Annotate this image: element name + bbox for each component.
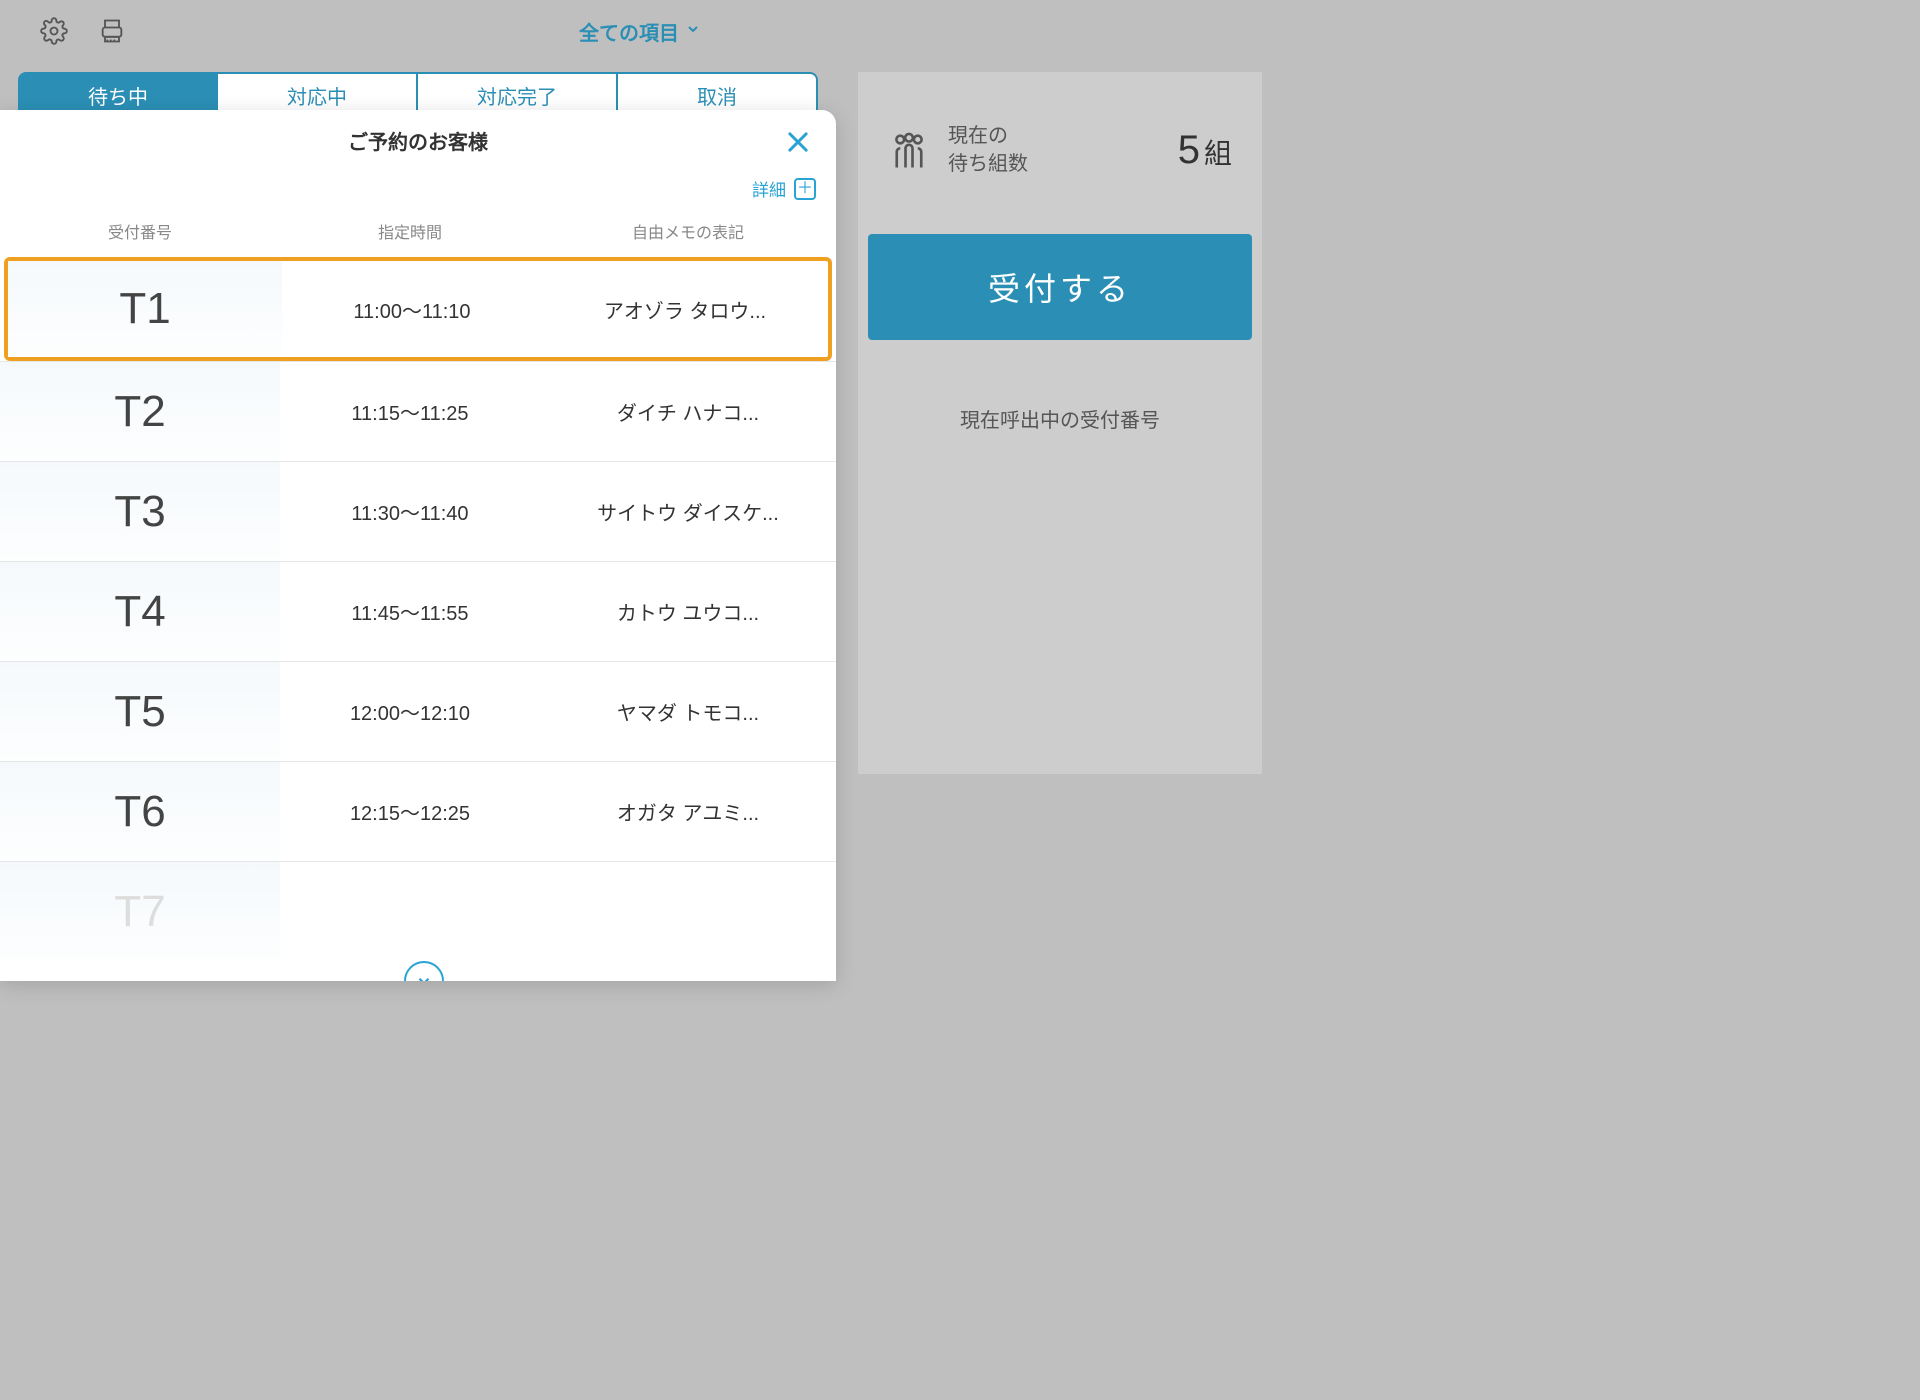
printer-icon[interactable] xyxy=(98,17,126,45)
row-time: 11:00～11:10 xyxy=(282,295,542,324)
row-id: T5 xyxy=(114,687,165,737)
modal-toolbar: 詳細 ＋ xyxy=(0,170,836,211)
reservation-list: T1 11:00～11:10アオゾラ タロウ... T2 11:15～11:25ダイチ… xyxy=(0,257,836,961)
waiting-count-unit: 組 xyxy=(1204,132,1232,172)
waiting-count-number: 5 xyxy=(1178,128,1200,173)
col-header-time: 指定時間 xyxy=(280,219,540,243)
chevron-down-icon xyxy=(685,20,701,43)
row-memo: カトウ ユウコ... xyxy=(540,597,836,626)
table-row[interactable]: T2 11:15～11:25ダイチ ハナコ... xyxy=(0,361,836,461)
waiting-label-line1: 現在の xyxy=(948,122,1028,150)
row-memo: アオゾラ タロウ... xyxy=(542,295,828,324)
app-header: 全ての項目 xyxy=(0,0,1280,62)
detail-link[interactable]: 詳細 xyxy=(752,176,786,201)
row-id-cell: T6 xyxy=(0,762,280,861)
row-id: T4 xyxy=(114,587,165,637)
filter-label: 全ての項目 xyxy=(579,17,679,46)
row-id-cell: T7 xyxy=(0,862,280,961)
row-memo: サイトウ ダイスケ... xyxy=(540,497,836,526)
table-row[interactable]: T7 xyxy=(0,861,836,961)
row-id: T2 xyxy=(114,387,165,437)
row-id-cell: T3 xyxy=(0,462,280,561)
calling-card: 現在呼出中の受付番号 xyxy=(858,374,1262,774)
row-memo: ヤマダ トモコ... xyxy=(540,697,836,726)
modal-header: ご予約のお客様 xyxy=(0,110,836,170)
table-row[interactable]: T4 11:45～11:55カトウ ユウコ... xyxy=(0,561,836,661)
table-row[interactable]: T1 11:00～11:10アオゾラ タロウ... xyxy=(4,257,832,361)
row-id-cell: T2 xyxy=(0,362,280,461)
plus-icon[interactable]: ＋ xyxy=(794,178,816,200)
waiting-label-line2: 待ち組数 xyxy=(948,150,1028,178)
row-memo: オガタ アユミ... xyxy=(540,797,836,826)
row-id: T1 xyxy=(119,284,170,334)
row-time: 11:15～11:25 xyxy=(280,397,540,426)
row-id-cell: T4 xyxy=(0,562,280,661)
modal-title: ご予約のお客様 xyxy=(348,126,488,155)
waiting-count: 5組 xyxy=(1178,128,1232,173)
checkin-button[interactable]: 受付する xyxy=(868,234,1252,340)
right-panel: 現在の 待ち組数 5組 受付する 現在呼出中の受付番号 xyxy=(858,72,1262,774)
reservation-modal: ご予約のお客様 詳細 ＋ 受付番号 指定時間 自由メモの表記 T1 11:00～1… xyxy=(0,110,836,981)
row-time: 11:45～11:55 xyxy=(280,597,540,626)
row-memo: ダイチ ハナコ... xyxy=(540,397,836,426)
gear-icon[interactable] xyxy=(40,17,68,45)
row-id: T6 xyxy=(114,787,165,837)
waiting-label: 現在の 待ち組数 xyxy=(948,122,1028,178)
header-icons xyxy=(40,17,126,45)
scroll-down-button[interactable] xyxy=(404,961,444,981)
row-id-cell: T5 xyxy=(0,662,280,761)
table-header: 受付番号 指定時間 自由メモの表記 xyxy=(0,211,836,259)
table-row[interactable]: T3 11:30～11:40サイトウ ダイスケ... xyxy=(0,461,836,561)
close-icon[interactable] xyxy=(784,128,812,156)
table-row[interactable]: T6 12:15～12:25オガタ アユミ... xyxy=(0,761,836,861)
table-row[interactable]: T5 12:00～12:10ヤマダ トモコ... xyxy=(0,661,836,761)
waiting-card: 現在の 待ち組数 5組 xyxy=(858,72,1262,208)
row-id-cell: T1 xyxy=(8,261,282,357)
col-header-id: 受付番号 xyxy=(0,219,280,243)
row-time: 11:30～11:40 xyxy=(280,497,540,526)
row-id: T3 xyxy=(114,487,165,537)
row-time: 12:00～12:10 xyxy=(280,697,540,726)
filter-dropdown[interactable]: 全ての項目 xyxy=(579,17,701,46)
people-icon xyxy=(888,129,930,171)
col-header-memo: 自由メモの表記 xyxy=(540,219,836,243)
row-time: 12:15～12:25 xyxy=(280,797,540,826)
calling-label: 現在呼出中の受付番号 xyxy=(888,404,1232,433)
row-id: T7 xyxy=(114,887,165,937)
